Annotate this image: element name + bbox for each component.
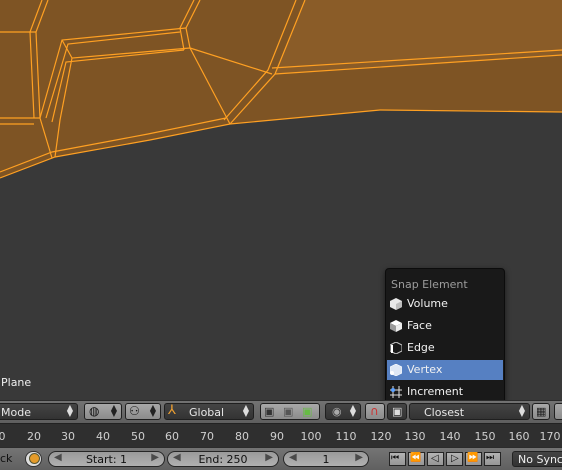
preview-range-toggle[interactable] [25,451,42,467]
snap-item-edge[interactable]: Edge [387,338,503,358]
playback-bar: ck ◀ Start: 1 ▶ ◀ End: 250 ▶ ◀ 1 ▶ ⏮ ⏪ ◁… [0,447,562,470]
ruler-tick: 120 [370,430,392,443]
snap-project-button[interactable] [554,403,562,420]
object-name-label: Plane [1,376,32,389]
vertex-cube-icon: ▣ [392,405,403,418]
ruler-tick: 80 [235,430,249,443]
snap-item-label: Increment [407,385,464,398]
ruler-tick: 150 [474,430,496,443]
viewport-header: Mode ▲ ▼ ◍ ▲ ▼ ⚇ ▲ ▼ ⅄ Global ▲ ▼ ▣ ▣ ▣ ◉ ▲ ▼… [0,400,562,423]
volume-cube-icon [390,298,402,310]
sync-mode-label: No Sync [518,453,562,466]
vertex-select-icon[interactable]: ▣ [264,405,274,418]
end-frame-label: End: 250 [198,453,248,466]
ruler-tick: 140 [439,430,461,443]
mode-label: Mode [1,406,31,419]
ruler-tick: 40 [96,430,110,443]
ruler-tick: 50 [131,430,145,443]
sync-mode-dropdown[interactable]: No Sync [512,451,562,467]
increment-arrow-icon[interactable]: ▶ [355,452,363,463]
snap-target-dropdown[interactable]: Closest ▲ ▼ [409,403,530,420]
snap-target-label: Closest [424,406,465,419]
play-reverse-button[interactable]: ◁ [427,452,444,466]
vertex-cube-icon [390,364,402,376]
snap-align-rotation-button[interactable]: ▦ [532,403,550,420]
keyframe-back-icon: ⏪ [410,453,422,463]
proportional-edit-dropdown[interactable]: ◉ ▲ ▼ [325,403,361,420]
ruler-tick: 70 [200,430,214,443]
pivot-point-dropdown[interactable]: ⚇ ▲ ▼ [125,403,161,420]
ruler-tick: 20 [27,430,41,443]
ruler-tick: 30 [61,430,75,443]
face-select-icon[interactable]: ▣ [302,405,312,418]
snap-element-menu: Snap Element Volume Face Edge Vertex Inc… [385,268,505,402]
updown-arrows-icon: ▲ ▼ [242,403,249,418]
jump-start-icon: ⏮ [391,453,400,463]
ruler-tick: 130 [404,430,426,443]
transform-orientation-dropdown[interactable]: ⅄ Global ▲ ▼ [164,403,254,420]
select-mode-buttons[interactable]: ▣ ▣ ▣ [260,403,320,420]
snap-toggle-button[interactable]: ∩ [365,403,385,420]
snap-item-increment[interactable]: Increment [387,382,503,402]
increment-arrow-icon[interactable]: ▶ [151,452,159,463]
current-frame-field[interactable]: ◀ 1 ▶ [283,451,369,467]
play-reverse-icon: ◁ [431,453,439,464]
start-frame-field[interactable]: ◀ Start: 1 ▶ [48,451,165,467]
ruler-tick: 160 [508,430,530,443]
edge-cube-icon [390,342,402,354]
jump-end-icon: ⏭ [486,453,495,463]
timeline-ruler[interactable]: 0 20 30 40 50 60 70 80 90 100 110 120 13… [0,423,562,447]
magnet-icon: ∩ [370,404,379,418]
face-cube-icon [390,320,402,332]
play-button[interactable]: ▷ [446,452,463,466]
end-frame-field[interactable]: ◀ End: 250 ▶ [167,451,279,467]
ruler-tick: 170 [539,430,561,443]
jump-to-start-button[interactable]: ⏮ [389,452,406,466]
playback-menu-label[interactable]: ck [0,452,12,465]
proportional-circle-icon: ◉ [332,405,342,418]
edge-select-icon[interactable]: ▣ [283,405,293,418]
play-icon: ▷ [451,453,459,464]
ruler-tick: 110 [335,430,357,443]
mode-dropdown[interactable]: Mode ▲ ▼ [0,403,78,420]
sphere-shading-icon: ◍ [89,404,100,418]
updown-arrows-icon: ▲ ▼ [149,403,156,418]
clock-icon [29,453,40,464]
updown-arrows-icon: ▲ ▼ [66,403,73,418]
align-rotation-icon: ▦ [536,405,547,418]
snap-item-label: Volume [407,297,448,310]
snap-item-volume[interactable]: Volume [387,294,503,314]
snap-item-face[interactable]: Face [387,316,503,336]
increment-grid-icon [390,386,402,398]
snap-item-label: Vertex [407,363,443,376]
ruler-tick: 0 [0,430,6,443]
updown-arrows-icon: ▲ ▼ [518,403,525,418]
ruler-tick: 90 [270,430,284,443]
keyframe-forward-icon: ⏩ [467,453,479,463]
snap-item-label: Edge [407,341,435,354]
manipulator-axes-icon: ⅄ [168,403,176,418]
ruler-tick: 100 [300,430,322,443]
jump-keyframe-back-button[interactable]: ⏪ [408,452,425,466]
viewport-shading-dropdown[interactable]: ◍ ▲ ▼ [84,403,122,420]
updown-arrows-icon: ▲ ▼ [110,403,117,418]
jump-keyframe-forward-button[interactable]: ⏩ [465,452,482,466]
start-frame-label: Start: 1 [85,453,128,466]
snap-element-dropdown[interactable]: ▣ [387,403,407,420]
pivot-icon: ⚇ [129,404,140,418]
updown-arrows-icon: ▲ ▼ [349,403,356,418]
jump-to-end-button[interactable]: ⏭ [484,452,501,466]
snap-menu-title: Snap Element [391,278,468,291]
ruler-tick: 60 [165,430,179,443]
increment-arrow-icon[interactable]: ▶ [265,452,273,463]
snap-item-vertex[interactable]: Vertex [387,360,503,380]
snap-item-label: Face [407,319,432,332]
orientation-label: Global [189,406,225,419]
